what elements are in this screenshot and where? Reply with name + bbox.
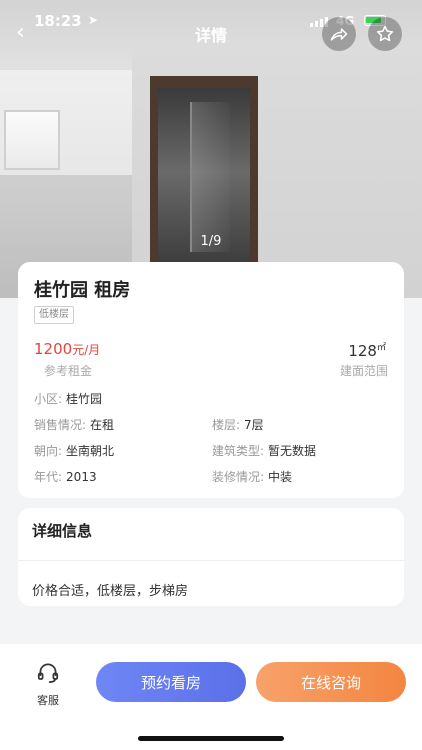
service-label: 客服	[37, 694, 59, 707]
building-type-label: 建筑类型:	[212, 444, 265, 458]
building-type-row: 建筑类型: 暂无数据	[212, 442, 316, 459]
customer-service-button[interactable]: 客服	[28, 660, 68, 708]
year-row: 年代: 2013	[34, 468, 97, 485]
share-icon	[330, 28, 348, 41]
photo-window	[4, 110, 60, 170]
property-title: 桂竹园 租房	[34, 280, 131, 301]
divider	[18, 560, 404, 561]
sale-status-row: 销售情况: 在租	[34, 416, 114, 433]
online-consult-button[interactable]: 在线咨询	[256, 662, 406, 702]
property-summary-card: 桂竹园 租房 低楼层 1200元/月 参考租金 128㎡ 建面范围 小区: 桂竹园…	[18, 262, 404, 498]
floor-row: 楼层: 7层	[212, 416, 264, 433]
detail-description: 价格合适，低楼层，步梯房	[32, 584, 189, 599]
detail-title: 详细信息	[32, 522, 93, 540]
detail-card: 详细信息 价格合适，低楼层，步梯房	[18, 508, 404, 606]
sale-status-value: 在租	[90, 418, 115, 432]
year-value: 2013	[66, 470, 97, 484]
share-button[interactable]	[322, 17, 356, 51]
rent-unit: 元/月	[72, 343, 101, 357]
decoration-row: 装修情况: 中装	[212, 468, 292, 485]
orientation-value: 坐南朝北	[66, 444, 115, 458]
photo-glass-partition	[190, 102, 230, 252]
sale-status-label: 销售情况:	[34, 418, 87, 432]
floor-tag: 低楼层	[34, 306, 74, 324]
headset-icon	[37, 663, 59, 683]
bottom-action-bar: 客服 预约看房 在线咨询	[0, 644, 422, 750]
year-label: 年代:	[34, 470, 63, 484]
area-value: 128㎡	[348, 340, 386, 360]
floor-label: 楼层:	[212, 418, 241, 432]
orientation-row: 朝向: 坐南朝北	[34, 442, 114, 459]
rent-value: 1200	[34, 340, 73, 358]
community-row: 小区: 桂竹园	[34, 390, 102, 407]
favorite-button[interactable]	[368, 17, 402, 51]
rent-label: 参考租金	[44, 364, 93, 378]
community-label: 小区:	[34, 392, 63, 406]
area-number: 128	[348, 342, 377, 360]
decoration-value: 中装	[268, 470, 293, 484]
area-label: 建面范围	[339, 364, 388, 378]
rent-price: 1200元/月	[34, 340, 100, 358]
decoration-label: 装修情况:	[212, 470, 265, 484]
star-icon	[376, 25, 394, 42]
floor-value: 7层	[244, 418, 264, 432]
image-counter: 1/9	[200, 234, 222, 249]
building-type-value: 暂无数据	[268, 444, 317, 458]
home-indicator	[138, 736, 284, 741]
community-value: 桂竹园	[66, 392, 103, 406]
book-viewing-button[interactable]: 预约看房	[96, 662, 246, 702]
orientation-label: 朝向:	[34, 444, 63, 458]
page-title: 详情	[194, 26, 227, 45]
area-unit: ㎡	[376, 343, 386, 353]
